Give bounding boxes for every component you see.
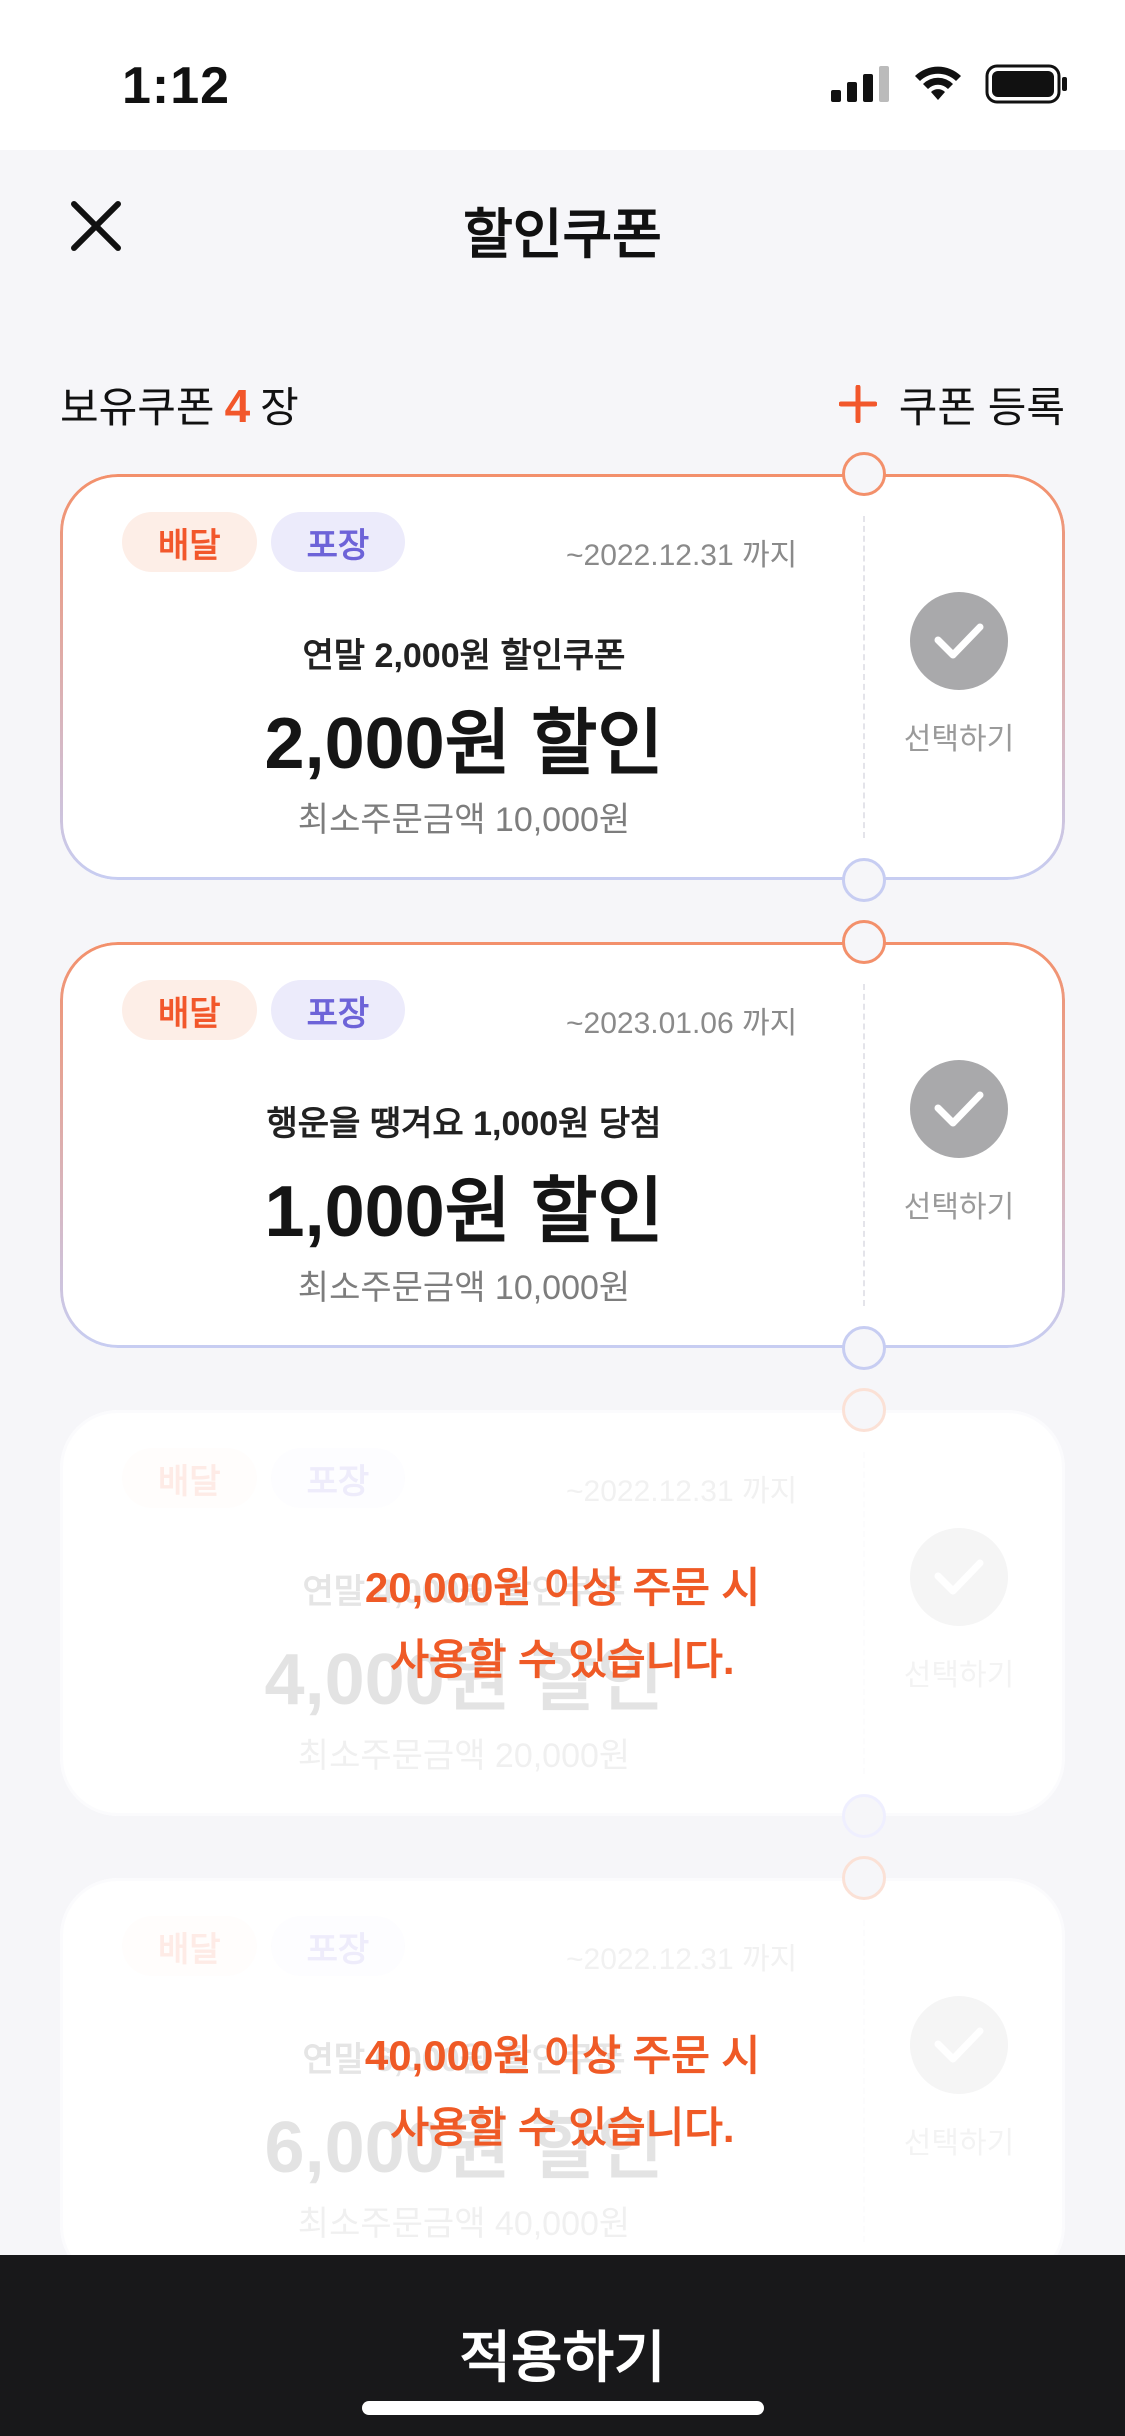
coupon-tags: 배달 포장 — [122, 1916, 406, 1976]
tag-takeout: 포장 — [270, 980, 406, 1040]
plus-icon — [838, 385, 877, 423]
coupon-tags: 배달 포장 — [122, 512, 406, 572]
tag-delivery: 배달 — [122, 980, 257, 1040]
tag-takeout: 포장 — [270, 512, 406, 572]
coupon-notch-bottom — [842, 858, 886, 902]
unavailable-message-line-2: 사용할 수 있습니다. — [390, 2104, 735, 2151]
page-title: 할인쿠폰 — [463, 205, 662, 265]
coupon-card-disabled: 배달 포장 ~2022.12.31 까지 연말 4,000원 할인쿠폰 4,00… — [60, 1384, 1065, 1842]
coupon-notch-top — [842, 1388, 886, 1432]
coupon-expire-date: ~2023.01.06 까지 — [566, 1007, 798, 1040]
coupon-count-label: 보유쿠폰 4 장 — [60, 374, 299, 435]
select-coupon-label: 선택하기 — [903, 1191, 1015, 1224]
cellular-signal-icon — [831, 66, 889, 102]
coupon-divider — [863, 984, 865, 1306]
tag-takeout: 포장 — [270, 1916, 406, 1976]
coupon-discount-amount: 1,000원 할인 — [264, 1172, 664, 1252]
coupon-notch-top — [842, 920, 886, 964]
tag-delivery: 배달 — [122, 512, 257, 572]
apply-button[interactable]: 적용하기 — [0, 2255, 1125, 2436]
coupon-name: 행운을 땡겨요 1,000원 당첨 — [266, 1105, 662, 1143]
unavailable-message-line-2: 사용할 수 있습니다. — [390, 1636, 735, 1683]
tag-takeout: 포장 — [270, 1448, 406, 1508]
unavailable-message-line-1: 40,000원 이상 주문 시 — [364, 2032, 761, 2079]
check-icon — [934, 623, 984, 659]
coupon-notch-bottom — [842, 1794, 886, 1838]
wifi-icon — [915, 66, 961, 100]
unavailable-message-line-1: 20,000원 이상 주문 시 — [364, 1564, 761, 1611]
coupon-count: 4 — [224, 379, 251, 432]
tag-delivery: 배달 — [122, 1448, 257, 1508]
coupon-tags: 배달 포장 — [122, 1448, 406, 1508]
coupon-expire-date: ~2022.12.31 까지 — [566, 1943, 798, 1976]
coupon-min-order: 최소주문금액 40,000원 — [297, 2205, 631, 2243]
status-time: 1:12 — [122, 57, 231, 115]
select-coupon-label: 선택하기 — [903, 723, 1015, 756]
coupon-expire-date: ~2022.12.31 까지 — [566, 1475, 798, 1508]
apply-button-label: 적용하기 — [459, 2326, 666, 2389]
coupon-count-suffix: 장 — [260, 383, 299, 431]
check-icon — [934, 1091, 984, 1127]
coupon-divider — [863, 516, 865, 838]
coupon-card[interactable]: 배달 포장 ~2022.12.31 까지 연말 2,000원 할인쿠폰 2,00… — [60, 448, 1065, 906]
coupon-card[interactable]: 배달 포장 ~2023.01.06 까지 행운을 땡겨요 1,000원 당첨 1… — [60, 916, 1065, 1374]
coupon-summary: 보유쿠폰 4 장 쿠폰 등록 — [60, 372, 1065, 436]
coupon-min-order: 최소주문금액 20,000원 — [297, 1737, 631, 1775]
coupon-tags: 배달 포장 — [122, 980, 406, 1040]
coupon-notch-bottom — [842, 1326, 886, 1370]
coupon-min-order: 최소주문금액 10,000원 — [297, 1269, 631, 1307]
status-bar: 1:12 — [0, 0, 1125, 150]
coupon-min-order: 최소주문금액 10,000원 — [297, 801, 631, 839]
status-icons — [831, 64, 1069, 104]
coupon-discount-amount: 2,000원 할인 — [264, 704, 664, 784]
coupon-count-prefix: 보유쿠폰 — [60, 383, 215, 431]
coupon-card-disabled: 배달 포장 ~2022.12.31 까지 연말 6,000원 할인쿠폰 6,00… — [60, 1852, 1065, 2284]
tag-delivery: 배달 — [122, 1916, 257, 1976]
home-indicator — [362, 2401, 764, 2415]
battery-icon — [985, 64, 1067, 104]
coupon-notch-top — [842, 1856, 886, 1900]
nav-header: 할인쿠폰 — [0, 150, 1125, 300]
coupon-name: 연말 2,000원 할인쿠폰 — [302, 637, 626, 675]
select-coupon-button[interactable] — [910, 592, 1008, 690]
coupon-notch-top — [842, 452, 886, 496]
coupon-expire-date: ~2022.12.31 까지 — [566, 539, 798, 572]
register-coupon-label: 쿠폰 등록 — [898, 383, 1065, 431]
coupon-unavailable-message: 20,000원 이상 주문 시 사용할 수 있습니다. — [60, 1552, 1065, 1696]
register-coupon-button[interactable]: 쿠폰 등록 — [838, 374, 1065, 435]
coupon-unavailable-message: 40,000원 이상 주문 시 사용할 수 있습니다. — [60, 2020, 1065, 2164]
select-coupon-button[interactable] — [910, 1060, 1008, 1158]
